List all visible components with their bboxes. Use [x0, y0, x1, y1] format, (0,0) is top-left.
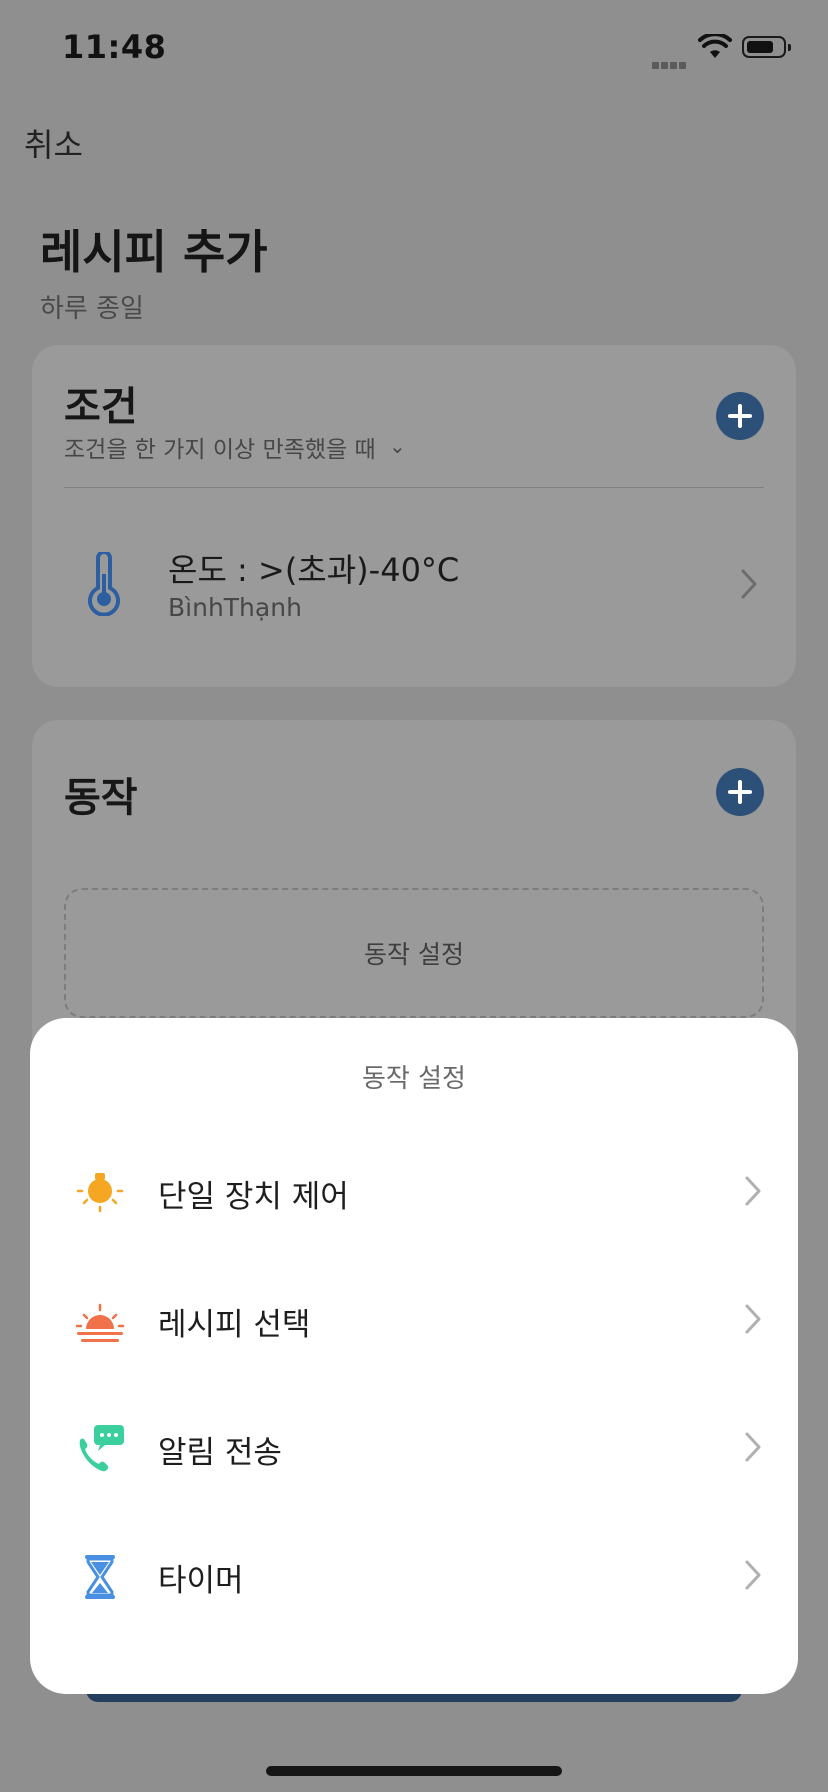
option-recipe-select[interactable]: 레시피 선택 [30, 1265, 798, 1375]
chevron-right-icon [745, 1304, 761, 1334]
chevron-right-icon [745, 1432, 761, 1462]
phone-message-icon [79, 1425, 124, 1472]
add-action-button[interactable] [716, 768, 764, 816]
chevron-right-icon [745, 1560, 761, 1590]
add-condition-button[interactable] [716, 392, 764, 440]
condition-mode-selector[interactable]: 조건을 한 가지 이상 만족했을 때 ⌄ [64, 430, 406, 464]
option-timer[interactable]: 타이머 [30, 1521, 798, 1631]
home-indicator[interactable] [266, 1766, 562, 1776]
cellular-signal-icon [652, 54, 692, 69]
chevron-down-icon: ⌄ [388, 434, 406, 458]
option-label: 단일 장치 제어 [158, 1179, 349, 1215]
condition-mode-label: 조건을 한 가지 이상 만족했을 때 [64, 437, 376, 463]
sheet-title: 동작 설정 [362, 1064, 466, 1094]
conditions-title: 조건 [64, 384, 138, 430]
option-label: 레시피 선택 [158, 1307, 311, 1343]
schedule-subtitle[interactable]: 하루 종일 [40, 288, 144, 325]
option-single-device-control[interactable]: 단일 장치 제어 [30, 1137, 798, 1247]
cancel-button[interactable]: 취소 [24, 120, 83, 166]
option-label: 타이머 [158, 1563, 244, 1599]
actions-title: 동작 [64, 775, 138, 821]
wifi-icon [698, 34, 732, 58]
option-send-notification[interactable]: 알림 전송 [30, 1393, 798, 1503]
condition-location: BìnhThạnh [168, 593, 302, 622]
option-label: 알림 전송 [158, 1435, 282, 1471]
sunrise-icon [75, 1303, 125, 1342]
hourglass-icon [85, 1555, 115, 1599]
page-title: 레시피 추가 [40, 225, 268, 279]
action-placeholder-label: 동작 설정 [364, 940, 464, 969]
divider [64, 487, 764, 488]
condition-text: 온도 : >(초과)-40°C [168, 551, 460, 589]
battery-icon [742, 36, 791, 58]
status-time: 11:48 [62, 28, 167, 66]
chevron-right-icon [741, 569, 757, 599]
chevron-right-icon [745, 1176, 761, 1206]
thermometer-icon [88, 552, 120, 616]
bulb-icon [76, 1173, 124, 1213]
